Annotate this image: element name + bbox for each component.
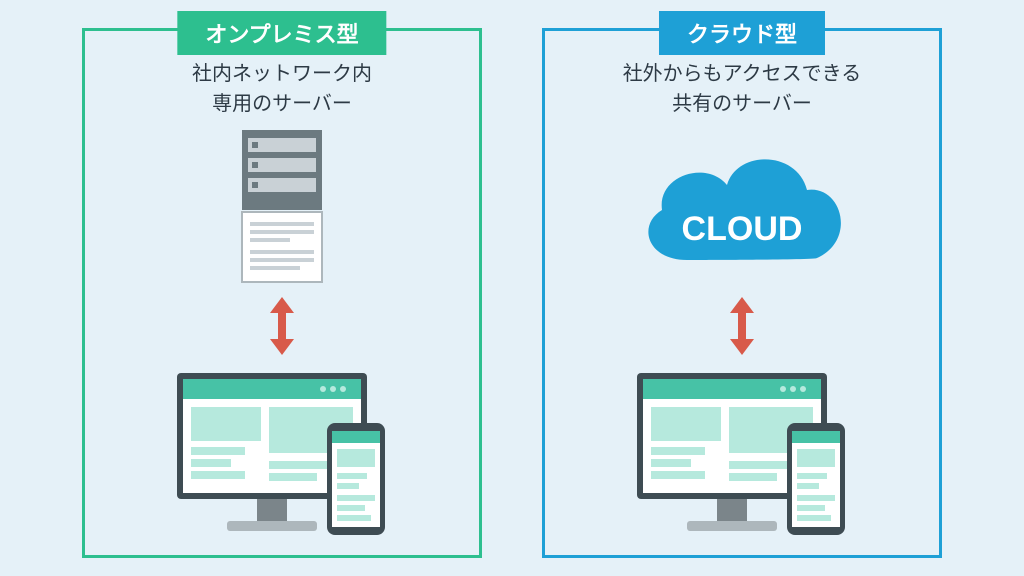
panel-cloud: クラウド型 社外からもアクセスできる 共有のサーバー CLOUD [542, 28, 942, 558]
cloud-icon: CLOUD [627, 125, 857, 295]
panel-onpremise-title: オンプレミス型 [177, 11, 386, 55]
desc-line: 専用のサーバー [192, 89, 372, 119]
client-devices-icon [617, 363, 867, 543]
cloud-label-text: CLOUD [682, 210, 803, 248]
desc-line: 社内ネットワーク内 [192, 59, 372, 89]
desc-line: 社外からもアクセスできる [623, 59, 862, 89]
desc-line: 共有のサーバー [623, 89, 862, 119]
panel-cloud-description: 社外からもアクセスできる 共有のサーバー [623, 59, 862, 119]
panel-onpremise: オンプレミス型 社内ネットワーク内 専用のサーバー [82, 28, 482, 558]
bidirectional-arrow-icon [727, 297, 757, 355]
panel-cloud-title: クラウド型 [659, 11, 825, 55]
bidirectional-arrow-icon [267, 297, 297, 355]
panel-onpremise-description: 社内ネットワーク内 専用のサーバー [192, 59, 372, 119]
client-devices-icon [157, 363, 407, 543]
server-rack-icon [222, 125, 342, 295]
